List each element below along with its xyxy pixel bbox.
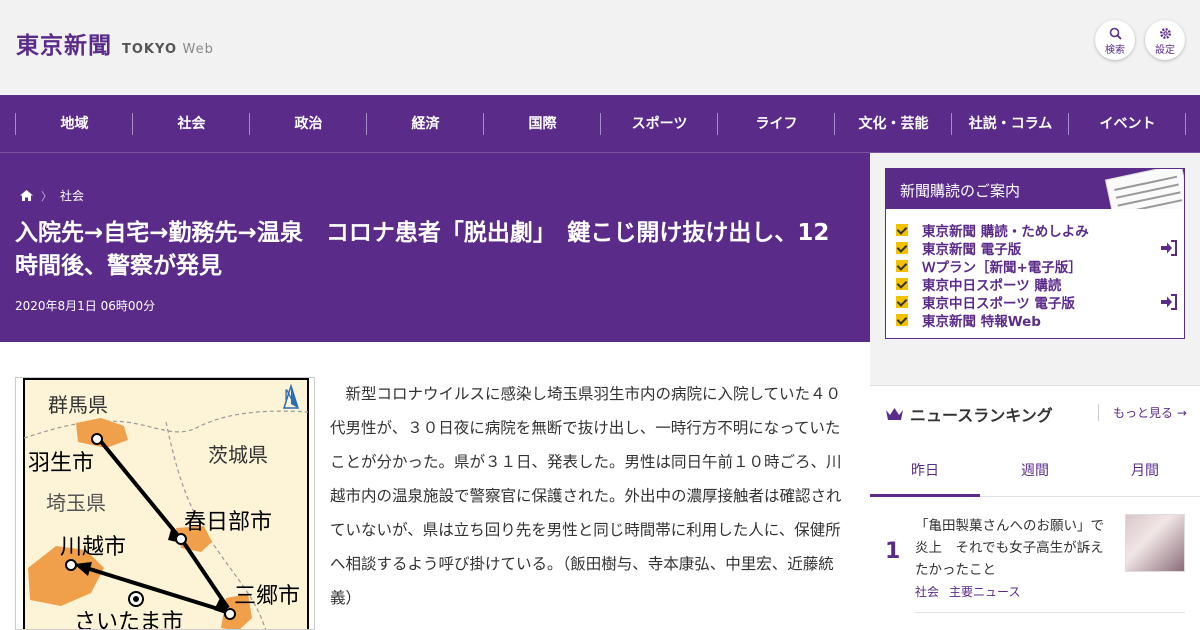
- north-arrow-icon: N: [284, 388, 294, 404]
- news-ranking: ニュースランキング もっと見る → 昨日 週間 月間 1 「亀田製菓さんへのお願…: [870, 385, 1200, 630]
- ranking-thumbnail[interactable]: [1125, 514, 1185, 572]
- map-label-saitama-pref: 埼玉県: [46, 491, 106, 515]
- ranking-number: 1: [885, 539, 901, 564]
- nav-item-events[interactable]: イベント: [1069, 95, 1186, 153]
- subscription-item[interactable]: 東京新聞 電子版: [896, 238, 1177, 258]
- ranking-header: ニュースランキング: [885, 402, 1053, 426]
- subscription-box: 新聞購読のご案内 東京新聞 購読・ためしよみ 東京新聞 電子版 Ｗプラン［新聞+…: [885, 168, 1185, 339]
- subscription-link[interactable]: 東京中日スポーツ 電子版: [922, 292, 1075, 312]
- subscription-item[interactable]: 東京中日スポーツ 購読: [896, 274, 1089, 294]
- checkbox-icon: [896, 296, 908, 308]
- subscription-item[interactable]: 東京新聞 購読・ためしよみ: [896, 220, 1089, 240]
- map-label-kawagoe: 川越市: [60, 535, 126, 560]
- map-label-misato: 三郷市: [234, 584, 300, 609]
- checkbox-icon: [896, 278, 908, 290]
- gear-icon: [1159, 28, 1171, 39]
- subscription-link[interactable]: Ｗプラン［新聞+電子版］: [922, 256, 1082, 276]
- subscription-item[interactable]: Ｗプラン［新聞+電子版］: [896, 256, 1089, 276]
- subscription-link[interactable]: 東京新聞 特報Web: [922, 310, 1041, 330]
- settings-button[interactable]: 設定: [1145, 20, 1185, 60]
- crown-icon: [886, 408, 903, 420]
- nav-item-sports[interactable]: スポーツ: [601, 95, 718, 153]
- login-icon[interactable]: [1160, 294, 1178, 310]
- route-map-image: N 群馬県 羽生市 茨城県 埼玉県 春日部市 川越市 三郷市 さいたま市: [15, 377, 315, 630]
- nav-item-editorial[interactable]: 社説・コラム: [952, 95, 1069, 153]
- subscription-title: 新聞購読のご案内: [900, 182, 1021, 200]
- ranking-item[interactable]: 1 「亀田製菓さんへのお願い」で炎上 それでも女子高生が訴えたかったこと 社会主…: [870, 497, 1200, 617]
- tab-weekly[interactable]: 週間: [980, 446, 1090, 497]
- subscription-link[interactable]: 東京新聞 購読・ためしよみ: [922, 220, 1089, 240]
- map-label-ibaraki: 茨城県: [208, 443, 268, 467]
- nav-item-culture[interactable]: 文化・芸能: [835, 95, 952, 153]
- checkbox-icon: [896, 260, 908, 272]
- nav-item-region[interactable]: 地域: [16, 95, 133, 153]
- site-header: 東京新聞 TOKYO Web 検索 設定: [0, 0, 1200, 95]
- article-date: 2020年8月1日 06時00分: [15, 299, 156, 313]
- subscription-link[interactable]: 東京中日スポーツ 購読: [922, 274, 1061, 294]
- subscription-link[interactable]: 東京新聞 電子版: [922, 238, 1021, 258]
- breadcrumb-category[interactable]: 社会: [60, 187, 84, 204]
- tab-monthly[interactable]: 月間: [1090, 446, 1200, 497]
- nav-item-international[interactable]: 国際: [484, 95, 601, 153]
- article-body: 新型コロナウイルスに感染し埼玉県羽生市内の病院に入院していた４０代男性が、３０日…: [330, 385, 842, 607]
- nav-item-life[interactable]: ライフ: [718, 95, 835, 153]
- login-icon[interactable]: [1160, 240, 1178, 256]
- nav-item-society[interactable]: 社会: [133, 95, 250, 153]
- tab-yesterday[interactable]: 昨日: [870, 446, 980, 497]
- subscription-header: 新聞購読のご案内: [886, 169, 1184, 209]
- article-title: 入院先→自宅→勤務先→温泉 コロナ患者「脱出劇」 鍵こじ開け抜け出し、12時間後…: [15, 220, 830, 279]
- settings-label: 設定: [1155, 45, 1175, 56]
- home-icon[interactable]: [20, 190, 33, 201]
- nav-item-politics[interactable]: 政治: [250, 95, 367, 153]
- article-header: 〉 社会 入院先→自宅→勤務先→温泉 コロナ患者「脱出劇」 鍵こじ開け抜け出し、…: [0, 153, 870, 342]
- breadcrumb: 〉 社会: [20, 187, 84, 204]
- nav-item-economy[interactable]: 経済: [367, 95, 484, 153]
- site-logo[interactable]: 東京新聞 TOKYO Web: [16, 26, 214, 60]
- map-label-kasukabe: 春日部市: [184, 510, 272, 535]
- subscription-list: 東京新聞 購読・ためしよみ 東京新聞 電子版 Ｗプラン［新聞+電子版］ 東京中日…: [896, 220, 1177, 330]
- ranking-tag[interactable]: 社会: [915, 585, 939, 599]
- map-label-gunma: 群馬県: [48, 393, 108, 417]
- search-button[interactable]: 検索: [1095, 20, 1135, 60]
- checkbox-icon: [896, 224, 908, 236]
- ranking-headline[interactable]: 「亀田製菓さんへのお願い」で炎上 それでも女子高生が訴えたかったこと: [915, 515, 1115, 581]
- ranking-title: ニュースランキング: [910, 406, 1053, 425]
- sidebar: 新聞購読のご案内 東京新聞 購読・ためしよみ 東京新聞 電子版 Ｗプラン［新聞+…: [870, 153, 1200, 630]
- newspaper-image: [1105, 169, 1184, 209]
- search-label: 検索: [1105, 45, 1125, 56]
- subscription-item[interactable]: 東京新聞 特報Web: [896, 310, 1089, 330]
- main-nav: 地域 社会 政治 経済 国際 スポーツ ライフ 文化・芸能 社説・コラム イベン…: [0, 95, 1200, 153]
- checkbox-icon: [896, 314, 908, 326]
- divider: [915, 612, 1185, 613]
- ranking-tag[interactable]: 主要ニュース: [949, 585, 1020, 599]
- map-label-hanyu: 羽生市: [28, 451, 94, 476]
- nav-divider: [1185, 113, 1186, 135]
- subscription-item[interactable]: 東京中日スポーツ 電子版: [896, 292, 1177, 312]
- arrow-right-icon: →: [1176, 406, 1187, 420]
- ranking-tags: 社会 主要ニュース: [915, 583, 1020, 600]
- search-icon: [1109, 27, 1122, 40]
- map-label-saitama-city: さいたま市: [74, 610, 183, 630]
- ranking-tabs: 昨日 週間 月間: [870, 446, 1200, 497]
- logo-en: TOKYO Web: [122, 42, 214, 57]
- breadcrumb-separator: 〉: [41, 189, 52, 203]
- checkbox-icon: [896, 242, 908, 254]
- route-map: N 群馬県 羽生市 茨城県 埼玉県 春日部市 川越市 三郷市 さいたま市: [23, 378, 309, 630]
- logo-jp: 東京新聞: [16, 32, 112, 59]
- ranking-more-link[interactable]: もっと見る →: [1098, 404, 1187, 421]
